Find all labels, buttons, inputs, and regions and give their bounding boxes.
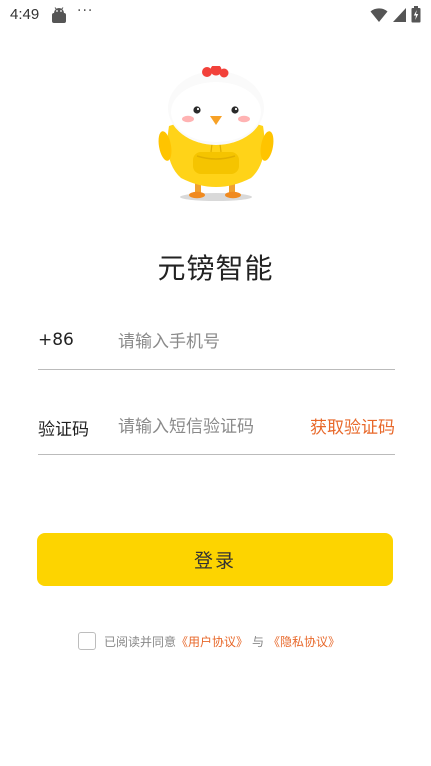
code-row: 验证码 获取验证码 bbox=[38, 407, 395, 455]
chick-mascot-icon bbox=[155, 64, 277, 206]
code-label: 验证码 bbox=[38, 420, 89, 440]
get-code-button[interactable]: 获取验证码 bbox=[310, 413, 395, 438]
status-time: 4:49 bbox=[10, 6, 40, 23]
app-title: 元镑智能 bbox=[157, 252, 274, 285]
user-agreement-link[interactable]: 《用户协议》 bbox=[176, 633, 248, 650]
code-input[interactable] bbox=[118, 413, 298, 441]
login-button[interactable]: 登录 bbox=[37, 533, 393, 586]
more-notifications-icon: ··· bbox=[77, 3, 94, 19]
status-bar: 4:49 ··· bbox=[0, 0, 431, 30]
phone-prefix[interactable]: +86 bbox=[38, 330, 74, 350]
agreement: 已阅读并同意 《用户协议》 与 《隐私协议》 bbox=[78, 632, 340, 650]
privacy-agreement-link[interactable]: 《隐私协议》 bbox=[268, 633, 340, 650]
agreement-prefix: 已阅读并同意 bbox=[104, 634, 177, 649]
agreement-conjunction: 与 bbox=[252, 634, 265, 649]
phone-input[interactable] bbox=[118, 328, 298, 356]
agreement-checkbox[interactable] bbox=[78, 632, 96, 650]
android-debug-icon bbox=[50, 6, 68, 24]
signal-icon bbox=[392, 7, 407, 27]
phone-row: +86 bbox=[38, 322, 395, 370]
status-icons bbox=[370, 6, 421, 27]
wifi-icon bbox=[370, 7, 388, 27]
battery-charging-icon bbox=[411, 6, 421, 27]
